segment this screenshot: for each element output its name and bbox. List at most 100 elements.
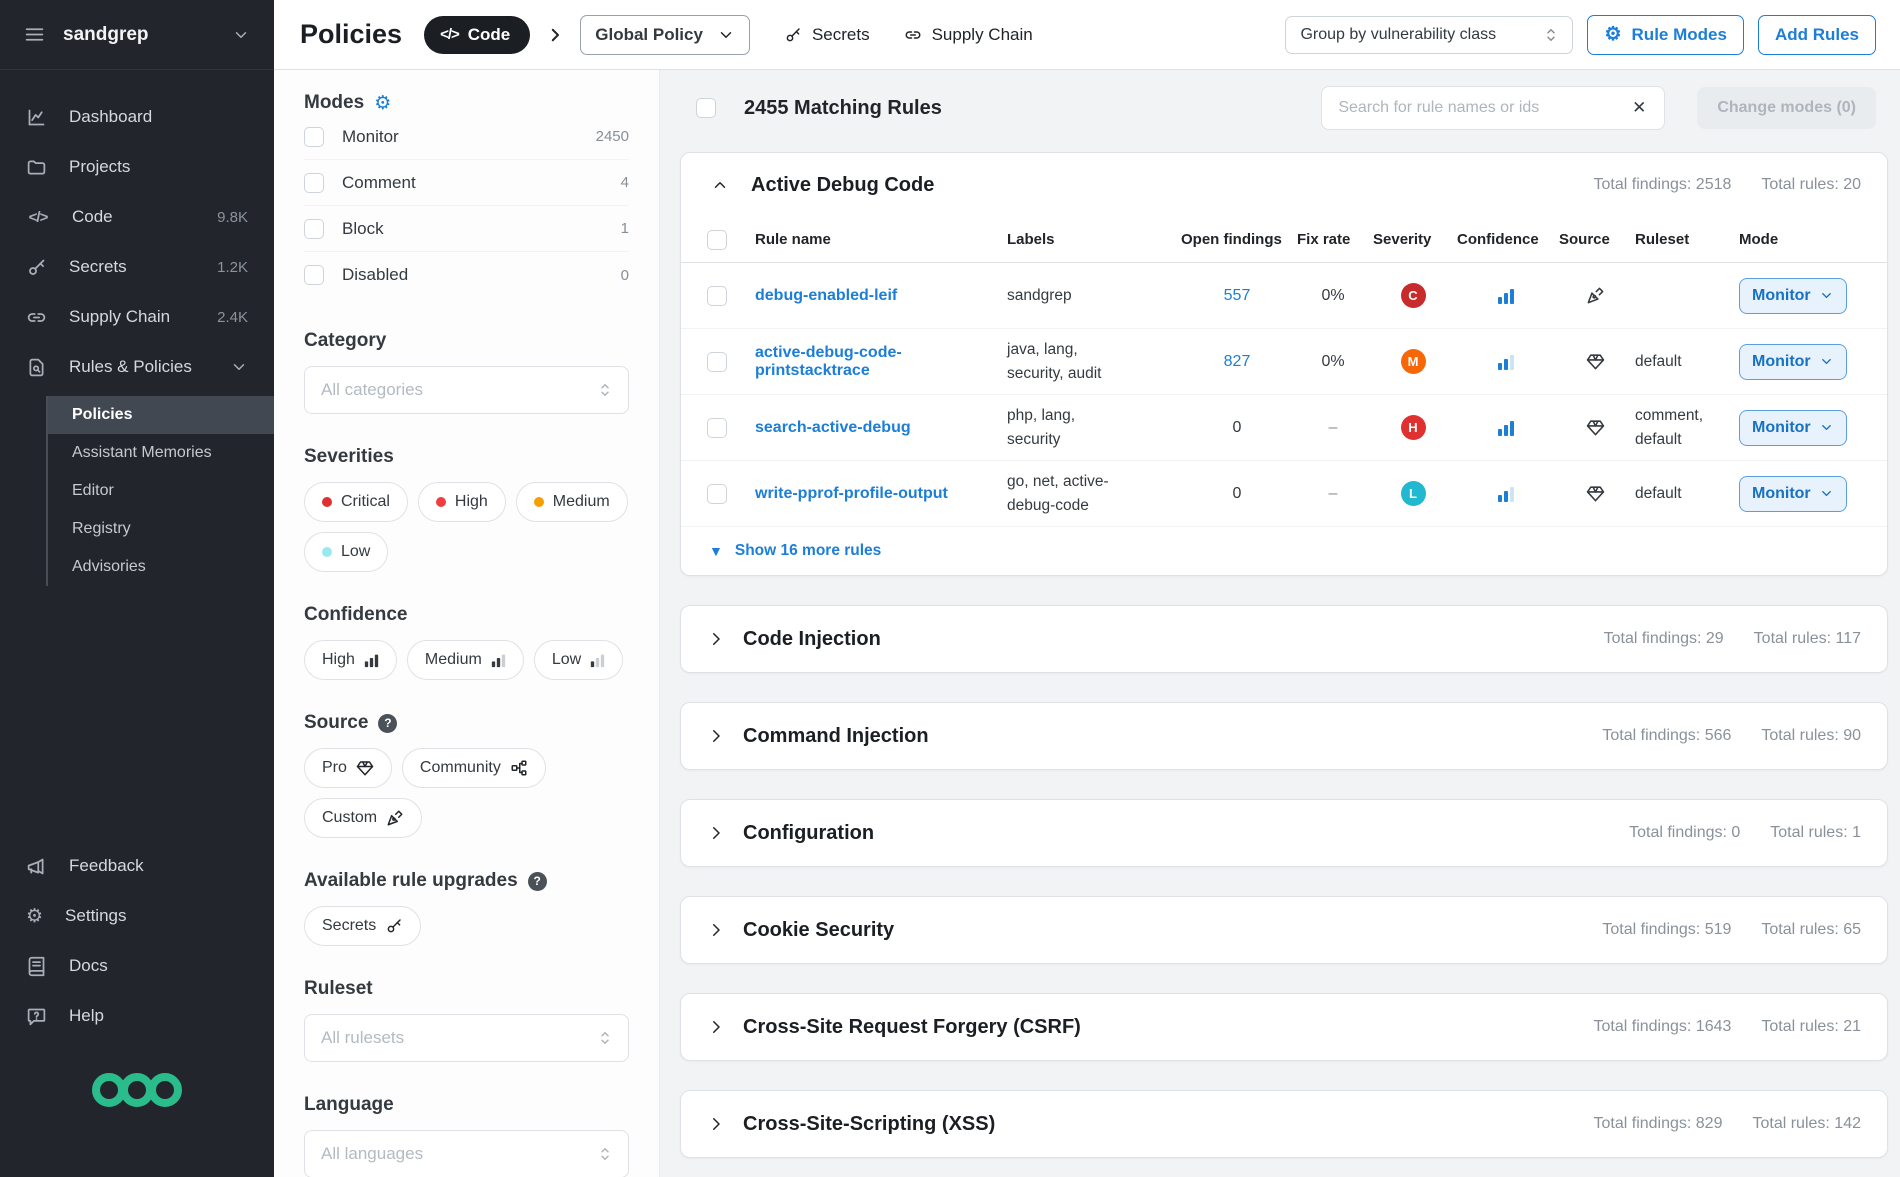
mode-select[interactable]: Monitor <box>1739 278 1847 314</box>
column-ruleset: Ruleset <box>1635 231 1735 248</box>
select-all-checkbox[interactable] <box>696 98 716 118</box>
sidebar-item-editor[interactable]: Editor <box>48 472 274 510</box>
nav-label: Supply Chain <box>932 25 1033 45</box>
fix-rate-value: – <box>1329 485 1338 503</box>
sidebar-item-docs[interactable]: Docs <box>0 941 274 991</box>
code-icon: </> <box>26 209 50 226</box>
sidebar-item-dashboard[interactable]: Dashboard <box>0 92 274 142</box>
gear-icon[interactable]: ⚙ <box>374 94 391 113</box>
question-icon[interactable]: ? <box>528 872 547 891</box>
search-input[interactable] <box>1338 99 1628 117</box>
show-more-rules-button[interactable]: ▼ Show 16 more rules <box>681 527 1887 575</box>
sidebar-item-projects[interactable]: Projects <box>0 142 274 192</box>
sidebar-item-settings[interactable]: ⚙ Settings <box>0 891 274 941</box>
group-card-csrf[interactable]: Cross-Site Request Forgery (CSRF) Total … <box>680 993 1888 1061</box>
mode-select[interactable]: Monitor <box>1739 476 1847 512</box>
group-card-configuration[interactable]: Configuration Total findings: 0Total rul… <box>680 799 1888 867</box>
org-switcher[interactable]: sandgrep <box>0 0 274 70</box>
confidence-pill-medium[interactable]: Medium <box>407 640 524 680</box>
language-select[interactable]: All languages <box>304 1130 629 1177</box>
sidebar-item-code[interactable]: </> Code 9.8K <box>0 192 274 242</box>
sidebar-item-feedback[interactable]: Feedback <box>0 841 274 891</box>
checkbox[interactable] <box>304 219 324 239</box>
key-icon <box>784 26 802 44</box>
topbar: Policies </> Code Global Policy Secrets … <box>274 0 1900 70</box>
clear-search-icon[interactable]: ✕ <box>1628 96 1650 120</box>
nav-secrets[interactable]: Secrets <box>784 25 870 45</box>
upgrade-pill-secrets[interactable]: Secrets <box>304 906 421 946</box>
rule-name-link[interactable]: active-debug-code-printstacktrace <box>755 344 1003 380</box>
rule-name-link[interactable]: debug-enabled-leif <box>755 287 1003 305</box>
change-modes-button[interactable]: Change modes (0) <box>1697 87 1876 129</box>
mode-select[interactable]: Monitor <box>1739 410 1847 446</box>
rule-row: active-debug-code-printstacktrace java, … <box>681 329 1887 395</box>
collapse-group-button[interactable] <box>707 172 733 198</box>
mode-filter-block[interactable]: Block 1 <box>304 206 629 252</box>
mode-filter-monitor[interactable]: Monitor 2450 <box>304 114 629 160</box>
policies-page: sandgrep Dashboard Projects </> Code 9.8… <box>0 0 1900 1177</box>
matching-rules-count: 2455 Matching Rules <box>744 97 942 120</box>
sidebar-item-policies[interactable]: Policies <box>48 396 274 434</box>
mode-filter-disabled[interactable]: Disabled 0 <box>304 252 629 298</box>
sidebar-item-assistant-memories[interactable]: Assistant Memories <box>48 434 274 472</box>
checkbox[interactable] <box>304 173 324 193</box>
sidebar-item-secrets[interactable]: Secrets 1.2K <box>0 242 274 292</box>
select-group-checkbox[interactable] <box>707 230 727 250</box>
severity-pill-high[interactable]: High <box>418 482 506 522</box>
group-card-command-injection[interactable]: Command Injection Total findings: 566Tot… <box>680 702 1888 770</box>
mode-filter-comment[interactable]: Comment 4 <box>304 160 629 206</box>
policy-select[interactable]: Global Policy <box>580 15 750 55</box>
severity-dot <box>322 547 332 557</box>
rule-name-link[interactable]: write-pprof-profile-output <box>755 485 1003 503</box>
rule-name-link[interactable]: search-active-debug <box>755 419 1003 437</box>
sidebar-item-registry[interactable]: Registry <box>48 510 274 548</box>
bars-icon <box>364 653 379 668</box>
add-rules-button[interactable]: Add Rules <box>1758 15 1876 55</box>
confidence-bars-icon <box>1497 419 1515 437</box>
category-select[interactable]: All categories <box>304 366 629 414</box>
rule-modes-button[interactable]: ⚙ Rule Modes <box>1587 15 1743 55</box>
mode-select[interactable]: Monitor <box>1739 344 1847 380</box>
confidence-pill-low[interactable]: Low <box>534 640 623 680</box>
rule-checkbox[interactable] <box>707 286 727 306</box>
source-pill-custom[interactable]: Custom <box>304 798 422 838</box>
file-search-icon <box>26 357 47 378</box>
sidebar-item-advisories[interactable]: Advisories <box>48 548 274 586</box>
open-findings-link[interactable]: 827 <box>1224 353 1251 371</box>
column-severity: Severity <box>1373 231 1453 248</box>
rule-checkbox[interactable] <box>707 418 727 438</box>
severity-pill-medium[interactable]: Medium <box>516 482 628 522</box>
nav-supply-chain[interactable]: Supply Chain <box>904 25 1033 45</box>
sidebar-item-label: Editor <box>72 482 114 500</box>
source-pill-pro[interactable]: Pro <box>304 748 392 788</box>
checkbox[interactable] <box>304 265 324 285</box>
sidebar-item-supply-chain[interactable]: Supply Chain 2.4K <box>0 292 274 342</box>
group-card-cookie-security[interactable]: Cookie Security Total findings: 519Total… <box>680 896 1888 964</box>
group-card-xss[interactable]: Cross-Site-Scripting (XSS) Total finding… <box>680 1090 1888 1158</box>
product-tab-code[interactable]: </> Code <box>424 16 530 54</box>
rule-checkbox[interactable] <box>707 484 727 504</box>
open-findings-link[interactable]: 557 <box>1224 287 1251 305</box>
product-tab-label: Code <box>468 25 511 45</box>
rule-upgrades-heading: Available rule upgrades ? <box>304 870 629 892</box>
severity-pill-low[interactable]: Low <box>304 532 388 572</box>
group-by-select[interactable]: Group by vulnerability class <box>1285 16 1573 54</box>
checkbox[interactable] <box>304 127 324 147</box>
updown-icon <box>596 1029 614 1047</box>
sidebar-item-help[interactable]: Help <box>0 991 274 1041</box>
pen-icon <box>386 809 404 827</box>
severity-pill-critical[interactable]: Critical <box>304 482 408 522</box>
confidence-bars-icon <box>1497 353 1515 371</box>
source-pill-community[interactable]: Community <box>402 748 546 788</box>
hamburger-menu-icon[interactable] <box>24 24 45 45</box>
rule-checkbox[interactable] <box>707 352 727 372</box>
ruleset-select[interactable]: All rulesets <box>304 1014 629 1062</box>
rule-labels: java, lang, security, audit <box>1007 338 1132 385</box>
question-icon[interactable]: ? <box>378 714 397 733</box>
confidence-pill-high[interactable]: High <box>304 640 397 680</box>
group-title: Command Injection <box>743 725 929 748</box>
sidebar-item-count: 1.2K <box>217 259 248 276</box>
group-card-code-injection[interactable]: Code Injection Total findings: 29Total r… <box>680 605 1888 673</box>
sidebar-item-rules-policies[interactable]: Rules & Policies <box>0 342 274 392</box>
add-rules-label: Add Rules <box>1775 25 1859 45</box>
